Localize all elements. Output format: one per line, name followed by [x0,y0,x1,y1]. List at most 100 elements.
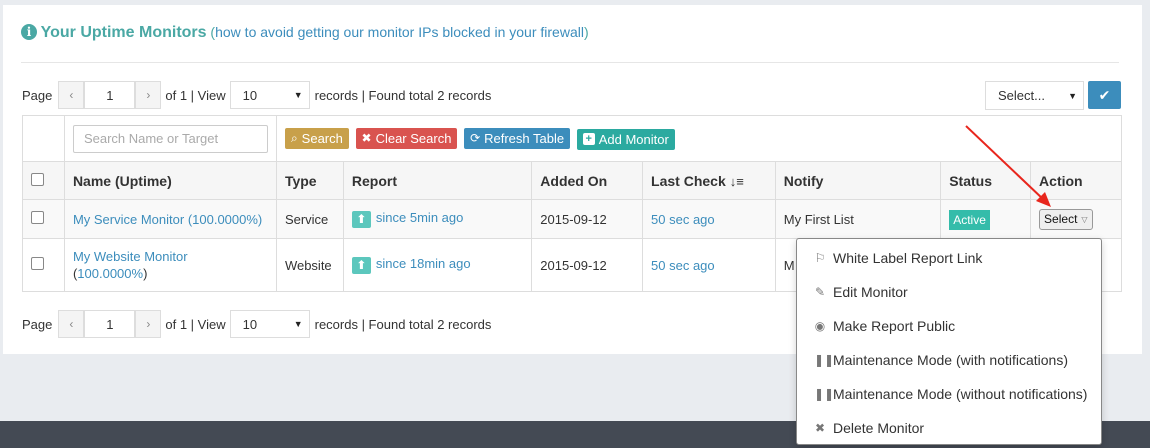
menu-item-label: Maintenance Mode (without notifications) [833,386,1088,402]
prev-page-button[interactable]: ‹ [58,81,85,109]
search-button-label: Search [301,131,343,146]
eye-icon: ◉ [814,319,826,333]
report-cell: ⬆ since 18min ago [342,238,533,292]
header-divider [21,62,1119,63]
refresh-table-label: Refresh Table [484,130,565,146]
add-monitor-label: Add Monitor [598,131,669,147]
close-icon: ✖ [814,421,826,435]
caret-down-icon: ▼ [293,90,303,100]
search-cell: Search Name or Target [63,115,277,162]
page-title: Your Uptime Monitors [40,24,207,41]
search-button[interactable]: ⌕ Search [284,128,349,149]
menu-item-make-report-public[interactable]: ◉ Make Report Public [814,316,955,336]
of-pages-label: of 1 | View [165,87,226,103]
menu-item-label: Maintenance Mode (with notifications) [833,352,1069,368]
last-check-cell: 50 sec ago [642,238,776,292]
paren-open: ( [206,24,216,40]
type-cell: Service [275,199,344,239]
last-check-cell: 50 sec ago [642,199,776,239]
search-input[interactable]: Search Name or Target [72,124,268,153]
records-found-label: records | Found total 2 records [314,316,492,332]
name-cell: My Service Monitor (100.0000%) [63,199,277,239]
apply-bulk-button[interactable]: ✔ [1088,81,1121,109]
col-notify[interactable]: Notify [774,161,942,200]
clear-search-button[interactable]: ✖ Clear Search [355,127,458,149]
table-row: My Service Monitor (100.0000%) Service ⬆… [22,199,1122,239]
pause-icon: ❚❚ [814,387,835,401]
bulk-action-value: Select... [998,88,1045,103]
next-page-button[interactable]: › [135,310,162,338]
search-placeholder: Search Name or Target [83,131,219,146]
page-number-input[interactable]: 1 [84,310,136,338]
row-checkbox[interactable] [31,257,44,270]
row-checkbox-cell [22,199,65,239]
notify-cell: My First List [774,199,942,239]
prev-page-button[interactable]: ‹ [58,310,85,338]
action-dropdown-menu: ⚐ White Label Report Link ✎ Edit Monitor ◉… [796,238,1102,445]
col-report[interactable]: Report [342,161,533,200]
annotation-arrow-line [965,125,1045,201]
report-link[interactable]: since 5min ago [376,210,463,225]
name-cell: My Website Monitor (100.0000%) [63,238,277,292]
pause-icon: ❚❚ [814,353,835,367]
chevron-down-icon: ▽ [1081,214,1088,224]
type-cell: Website [275,238,344,292]
col-type[interactable]: Type [275,161,344,200]
records-per-page-select[interactable]: 10 ▼ [229,81,310,109]
add-monitor-button[interactable]: + Add Monitor [576,128,675,150]
of-pages-label: of 1 | View [165,316,226,332]
clear-search-label: Clear Search [375,130,452,146]
sort-desc-icon[interactable]: ↓≡ [730,174,744,189]
pager-top: Page ‹ 1 › of 1 | View 10 ▼ records | Fou… [22,80,491,110]
select-all-cell [22,161,65,200]
refresh-icon: ⟳ [470,131,481,145]
search-icon: ⌕ [290,131,298,145]
menu-item-edit-monitor[interactable]: ✎ Edit Monitor [814,282,908,302]
menu-item-white-label-report-link[interactable]: ⚐ White Label Report Link [814,248,983,268]
monitor-name-link[interactable]: My Website Monitor [73,249,188,264]
refresh-table-button[interactable]: ⟳ Refresh Table [464,127,571,149]
close-icon: ✖ [361,131,372,145]
menu-item-delete-monitor[interactable]: ✖ Delete Monitor [814,418,924,438]
bulk-action-select[interactable]: Select... ▼ [985,81,1084,110]
page-number-input[interactable]: 1 [84,81,136,109]
bookmark-icon: ⚐ [814,251,826,265]
firewall-help-link[interactable]: how to avoid getting our monitor IPs blo… [215,24,584,40]
annotation-arrow [965,125,1051,207]
info-icon: i [21,24,37,40]
table-header-row: Name (Uptime) Type Report Added On Last … [22,161,1122,200]
menu-item-maintenance-without-notifications[interactable]: ❚❚ Maintenance Mode (without notification… [814,384,1087,404]
report-cell: ⬆ since 5min ago [342,199,533,239]
caret-down-icon: ▼ [1068,90,1077,101]
select-all-checkbox[interactable] [31,172,44,186]
report-link[interactable]: since 18min ago [376,256,471,271]
row-checkbox-cell [22,238,65,292]
menu-item-label: Make Report Public [833,318,956,334]
col-last-check[interactable]: Last Check ↓≡ [642,161,776,200]
arrow-up-icon: ⬆ [351,256,371,274]
row-checkbox[interactable] [31,211,44,224]
menu-item-maintenance-with-notifications[interactable]: ❚❚ Maintenance Mode (with notifications) [814,350,1068,370]
records-per-page-select[interactable]: 10 ▼ [229,310,310,338]
records-found-label: records | Found total 2 records [314,87,492,103]
check-icon: ✔ [1098,86,1111,103]
col-added-on[interactable]: Added On [531,161,644,200]
monitor-name-link[interactable]: My Service Monitor [73,212,184,227]
col-last-check-label: Last Check [651,172,726,189]
last-check-link[interactable]: 50 sec ago [651,212,715,227]
uptime-link[interactable]: 100.0000% [77,266,143,281]
panel-header: i Your Uptime Monitors (how to avoid get… [21,24,589,42]
page-label: Page [22,87,53,103]
menu-item-label: Delete Monitor [833,420,925,436]
uptime-link[interactable]: (100.0000%) [188,212,262,227]
action-select-label: Select [1044,212,1078,226]
added-on-cell: 2015-09-12 [531,199,644,239]
last-check-link[interactable]: 50 sec ago [651,258,715,273]
records-per-page-value: 10 [242,87,258,103]
search-row-spacer [22,115,65,162]
page-label: Page [22,316,53,332]
col-name[interactable]: Name (Uptime) [63,161,277,200]
search-row: Search Name or Target ⌕ Search ✖ Clear Sea… [22,115,1123,162]
caret-down-icon: ▼ [293,319,303,329]
next-page-button[interactable]: › [135,81,162,109]
